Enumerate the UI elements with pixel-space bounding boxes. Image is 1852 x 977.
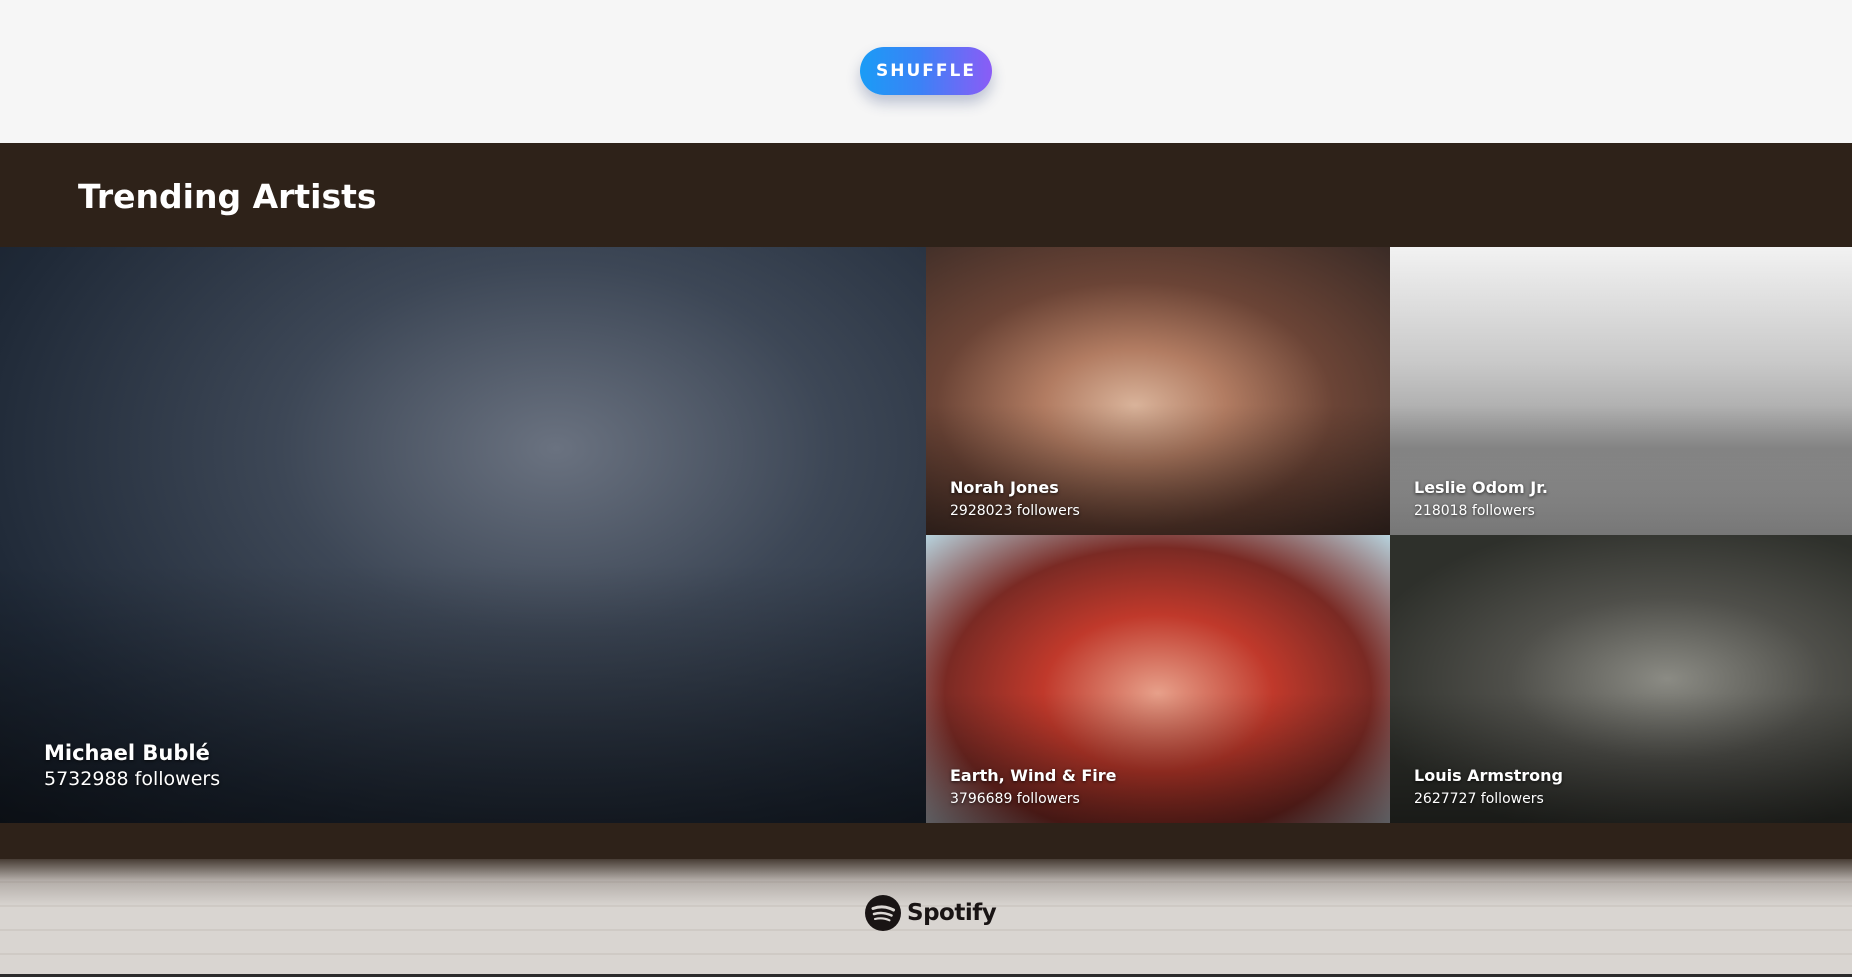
artist-followers: 2928023 followers <box>950 503 1080 519</box>
artist-card-norah-jones[interactable]: Norah Jones 2928023 followers <box>926 247 1390 535</box>
artist-followers: 5732988 followers <box>44 768 221 790</box>
shuffle-button[interactable]: SHUFFLE <box>860 47 992 95</box>
section-title: Trending Artists <box>78 177 377 216</box>
artist-name: Michael Bublé <box>44 741 210 765</box>
spotify-logo[interactable]: Spotify <box>865 895 997 931</box>
top-bar: SHUFFLE <box>0 0 1852 143</box>
artist-card-earth-wind-fire[interactable]: Earth, Wind & Fire 3796689 followers <box>926 535 1390 823</box>
artist-name: Norah Jones <box>950 478 1059 497</box>
spotify-icon <box>865 895 901 931</box>
artist-followers: 218018 followers <box>1414 503 1535 519</box>
artist-followers: 3796689 followers <box>950 791 1080 807</box>
artist-card-leslie-odom-jr[interactable]: Leslie Odom Jr. 218018 followers <box>1390 247 1852 535</box>
artist-card-louis-armstrong[interactable]: Louis Armstrong 2627727 followers <box>1390 535 1852 823</box>
footer: Spotify <box>0 859 1852 977</box>
trending-artists-section: Trending Artists Michael Bublé 5732988 f… <box>0 143 1852 859</box>
spotify-wordmark: Spotify <box>907 900 997 926</box>
artist-card-michael-buble[interactable]: Michael Bublé 5732988 followers <box>0 247 926 823</box>
artist-name: Leslie Odom Jr. <box>1414 478 1548 497</box>
artist-followers: 2627727 followers <box>1414 791 1544 807</box>
artist-name: Louis Armstrong <box>1414 766 1563 785</box>
artist-name: Earth, Wind & Fire <box>950 766 1117 785</box>
